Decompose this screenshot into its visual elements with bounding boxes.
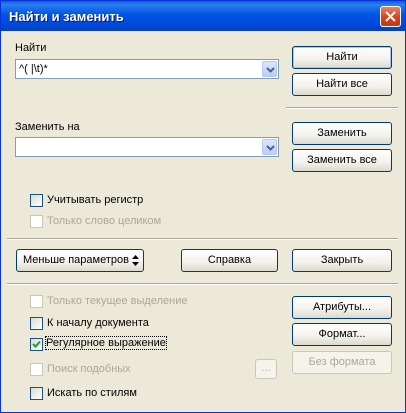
whole-words-checkbox bbox=[30, 215, 43, 228]
replace-button[interactable]: Заменить bbox=[292, 122, 392, 145]
similarity-label: Поиск подобных bbox=[47, 363, 131, 375]
no-format-button: Без формата bbox=[292, 351, 392, 374]
checkmark-icon bbox=[32, 340, 41, 348]
chevron-down-icon bbox=[266, 145, 275, 151]
up-down-arrows-icon bbox=[132, 255, 139, 266]
match-case-label[interactable]: Учитывать регистр bbox=[47, 194, 143, 206]
current-selection-checkbox bbox=[30, 295, 43, 308]
replace-dropdown-button[interactable] bbox=[262, 139, 277, 155]
replace-all-button[interactable]: Заменить все bbox=[292, 149, 392, 172]
attributes-button[interactable]: Атрибуты... bbox=[292, 296, 392, 319]
whole-words-label: Только слово целиком bbox=[47, 215, 162, 227]
regex-label[interactable]: Регулярное выражение bbox=[45, 336, 167, 350]
close-icon bbox=[385, 11, 396, 22]
find-label: Найти bbox=[15, 42, 47, 54]
divider bbox=[7, 283, 398, 285]
similarity-checkbox bbox=[30, 363, 43, 376]
fewer-options-button[interactable]: Меньше параметров bbox=[16, 249, 144, 272]
backwards-checkbox[interactable] bbox=[30, 317, 43, 330]
search-styles-label[interactable]: Искать по стилям bbox=[47, 387, 137, 399]
replace-label: Заменить на bbox=[15, 121, 80, 133]
help-button[interactable]: Справка bbox=[181, 249, 278, 272]
window-title: Найти и заменить bbox=[9, 9, 124, 24]
title-bar[interactable]: Найти и заменить bbox=[1, 1, 405, 31]
find-combo[interactable]: ^( |\t)* bbox=[15, 59, 279, 79]
replace-combo[interactable] bbox=[15, 137, 279, 157]
find-all-button[interactable]: Найти все bbox=[292, 73, 392, 96]
fewer-options-label: Меньше параметров bbox=[23, 254, 129, 266]
divider bbox=[7, 238, 398, 240]
close-button[interactable]: Закрыть bbox=[292, 249, 392, 272]
backwards-label[interactable]: К началу документа bbox=[47, 317, 149, 329]
match-case-checkbox[interactable] bbox=[30, 194, 43, 207]
format-button[interactable]: Формат... bbox=[292, 323, 392, 346]
regex-checkbox[interactable] bbox=[30, 338, 43, 351]
current-selection-label: Только текущее выделение bbox=[47, 295, 188, 307]
find-input[interactable]: ^( |\t)* bbox=[19, 63, 48, 75]
find-button[interactable]: Найти bbox=[292, 46, 392, 69]
close-window-button[interactable] bbox=[380, 6, 401, 27]
chevron-down-icon bbox=[266, 67, 275, 73]
find-replace-dialog: Найти и заменить Найти ^( |\t)* Найти На… bbox=[0, 0, 406, 413]
divider bbox=[286, 107, 398, 109]
search-styles-checkbox[interactable] bbox=[30, 387, 43, 400]
similarity-options-button: ... bbox=[255, 359, 277, 379]
find-dropdown-button[interactable] bbox=[262, 61, 277, 77]
